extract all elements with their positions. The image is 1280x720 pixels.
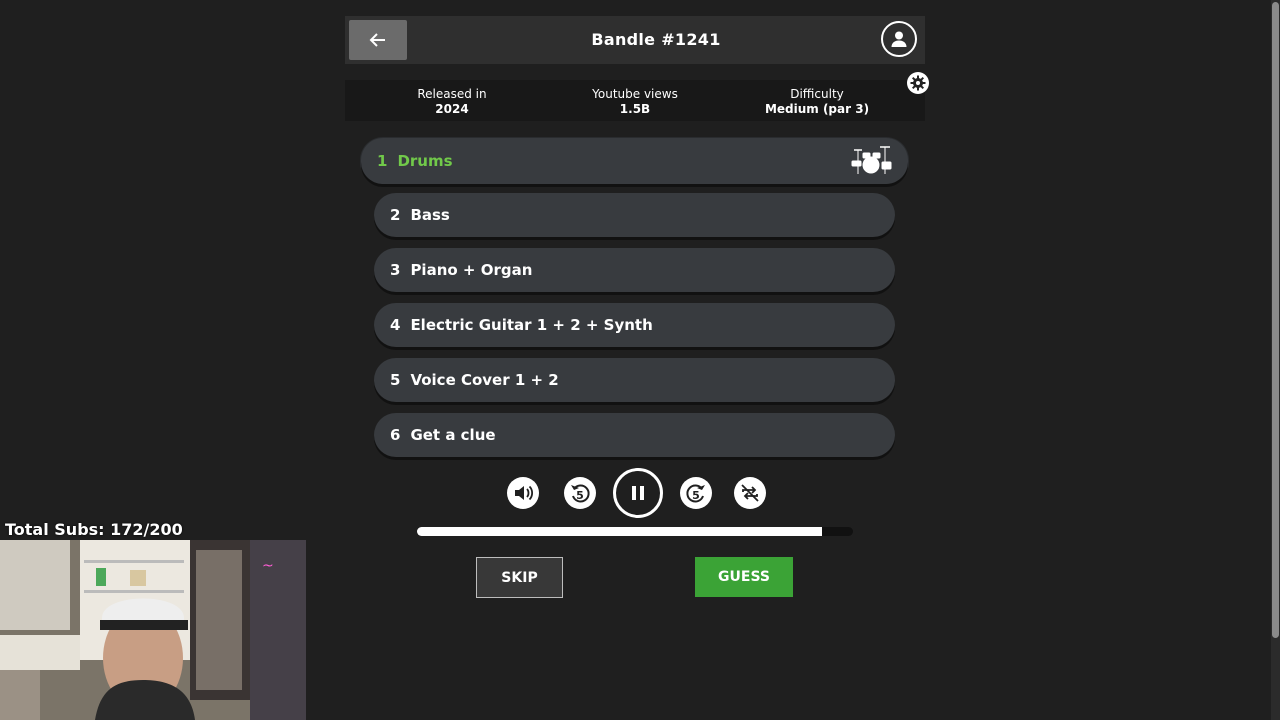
track-label: Piano + Organ [410, 261, 533, 279]
settings-button[interactable] [907, 72, 929, 94]
track-number: 4 [390, 316, 401, 334]
track-label: Get a clue [410, 426, 496, 444]
profile-button[interactable] [881, 21, 917, 57]
forward-button[interactable]: 5 [680, 477, 712, 509]
track-number: 1 [377, 152, 388, 170]
rewind-5-icon: 5 [571, 484, 590, 503]
track-label: Electric Guitar 1 + 2 + Synth [410, 316, 653, 334]
views-value: 1.5B [619, 102, 651, 116]
skip-button[interactable]: SKIP [476, 557, 563, 598]
rewind-seconds: 5 [576, 489, 584, 502]
scrollbar-thumb[interactable] [1272, 2, 1279, 638]
user-icon [891, 31, 907, 47]
track-label: Voice Cover 1 + 2 [410, 371, 559, 389]
track-row-bass[interactable]: 2 Bass [374, 193, 895, 237]
page-title: Bandle #1241 [591, 30, 721, 49]
released-info: Released in 2024 [357, 87, 547, 117]
pause-icon [632, 486, 644, 500]
released-value: 2024 [435, 102, 469, 116]
track-label: Drums [397, 152, 453, 170]
track-label: Bass [410, 206, 450, 224]
no-repeat-icon [741, 484, 759, 502]
track-number: 3 [390, 261, 401, 279]
pause-button[interactable] [613, 468, 663, 518]
track-number: 2 [390, 206, 401, 224]
volume-button[interactable] [507, 477, 539, 509]
track-number: 5 [390, 371, 401, 389]
svg-text:~: ~ [262, 558, 274, 574]
subs-counter: Total Subs: 172/200 [5, 520, 183, 539]
guess-button[interactable]: GUESS [695, 557, 793, 597]
track-number: 6 [390, 426, 401, 444]
gear-icon [910, 75, 926, 91]
forward-seconds: 5 [692, 489, 700, 502]
forward-5-icon: 5 [686, 484, 705, 503]
released-label: Released in [417, 87, 487, 101]
progress-fill [417, 527, 822, 536]
track-row-piano-organ[interactable]: 3 Piano + Organ [374, 248, 895, 292]
volume-icon [515, 485, 534, 501]
track-row-drums[interactable]: 1 Drums [361, 138, 908, 184]
drum-kit-icon [851, 146, 892, 174]
track-row-guitar-synth[interactable]: 4 Electric Guitar 1 + 2 + Synth [374, 303, 895, 347]
loop-toggle-button[interactable] [734, 477, 766, 509]
views-info: Youtube views 1.5B [540, 87, 730, 117]
difficulty-value: Medium (par 3) [764, 102, 870, 116]
views-label: Youtube views [592, 87, 678, 101]
track-row-clue[interactable]: 6 Get a clue [374, 413, 895, 457]
rewind-button[interactable]: 5 [564, 477, 596, 509]
difficulty-info: Difficulty Medium (par 3) [722, 87, 912, 117]
difficulty-label: Difficulty [790, 87, 844, 101]
webcam-overlay: ~ [0, 540, 306, 720]
track-row-voice[interactable]: 5 Voice Cover 1 + 2 [374, 358, 895, 402]
